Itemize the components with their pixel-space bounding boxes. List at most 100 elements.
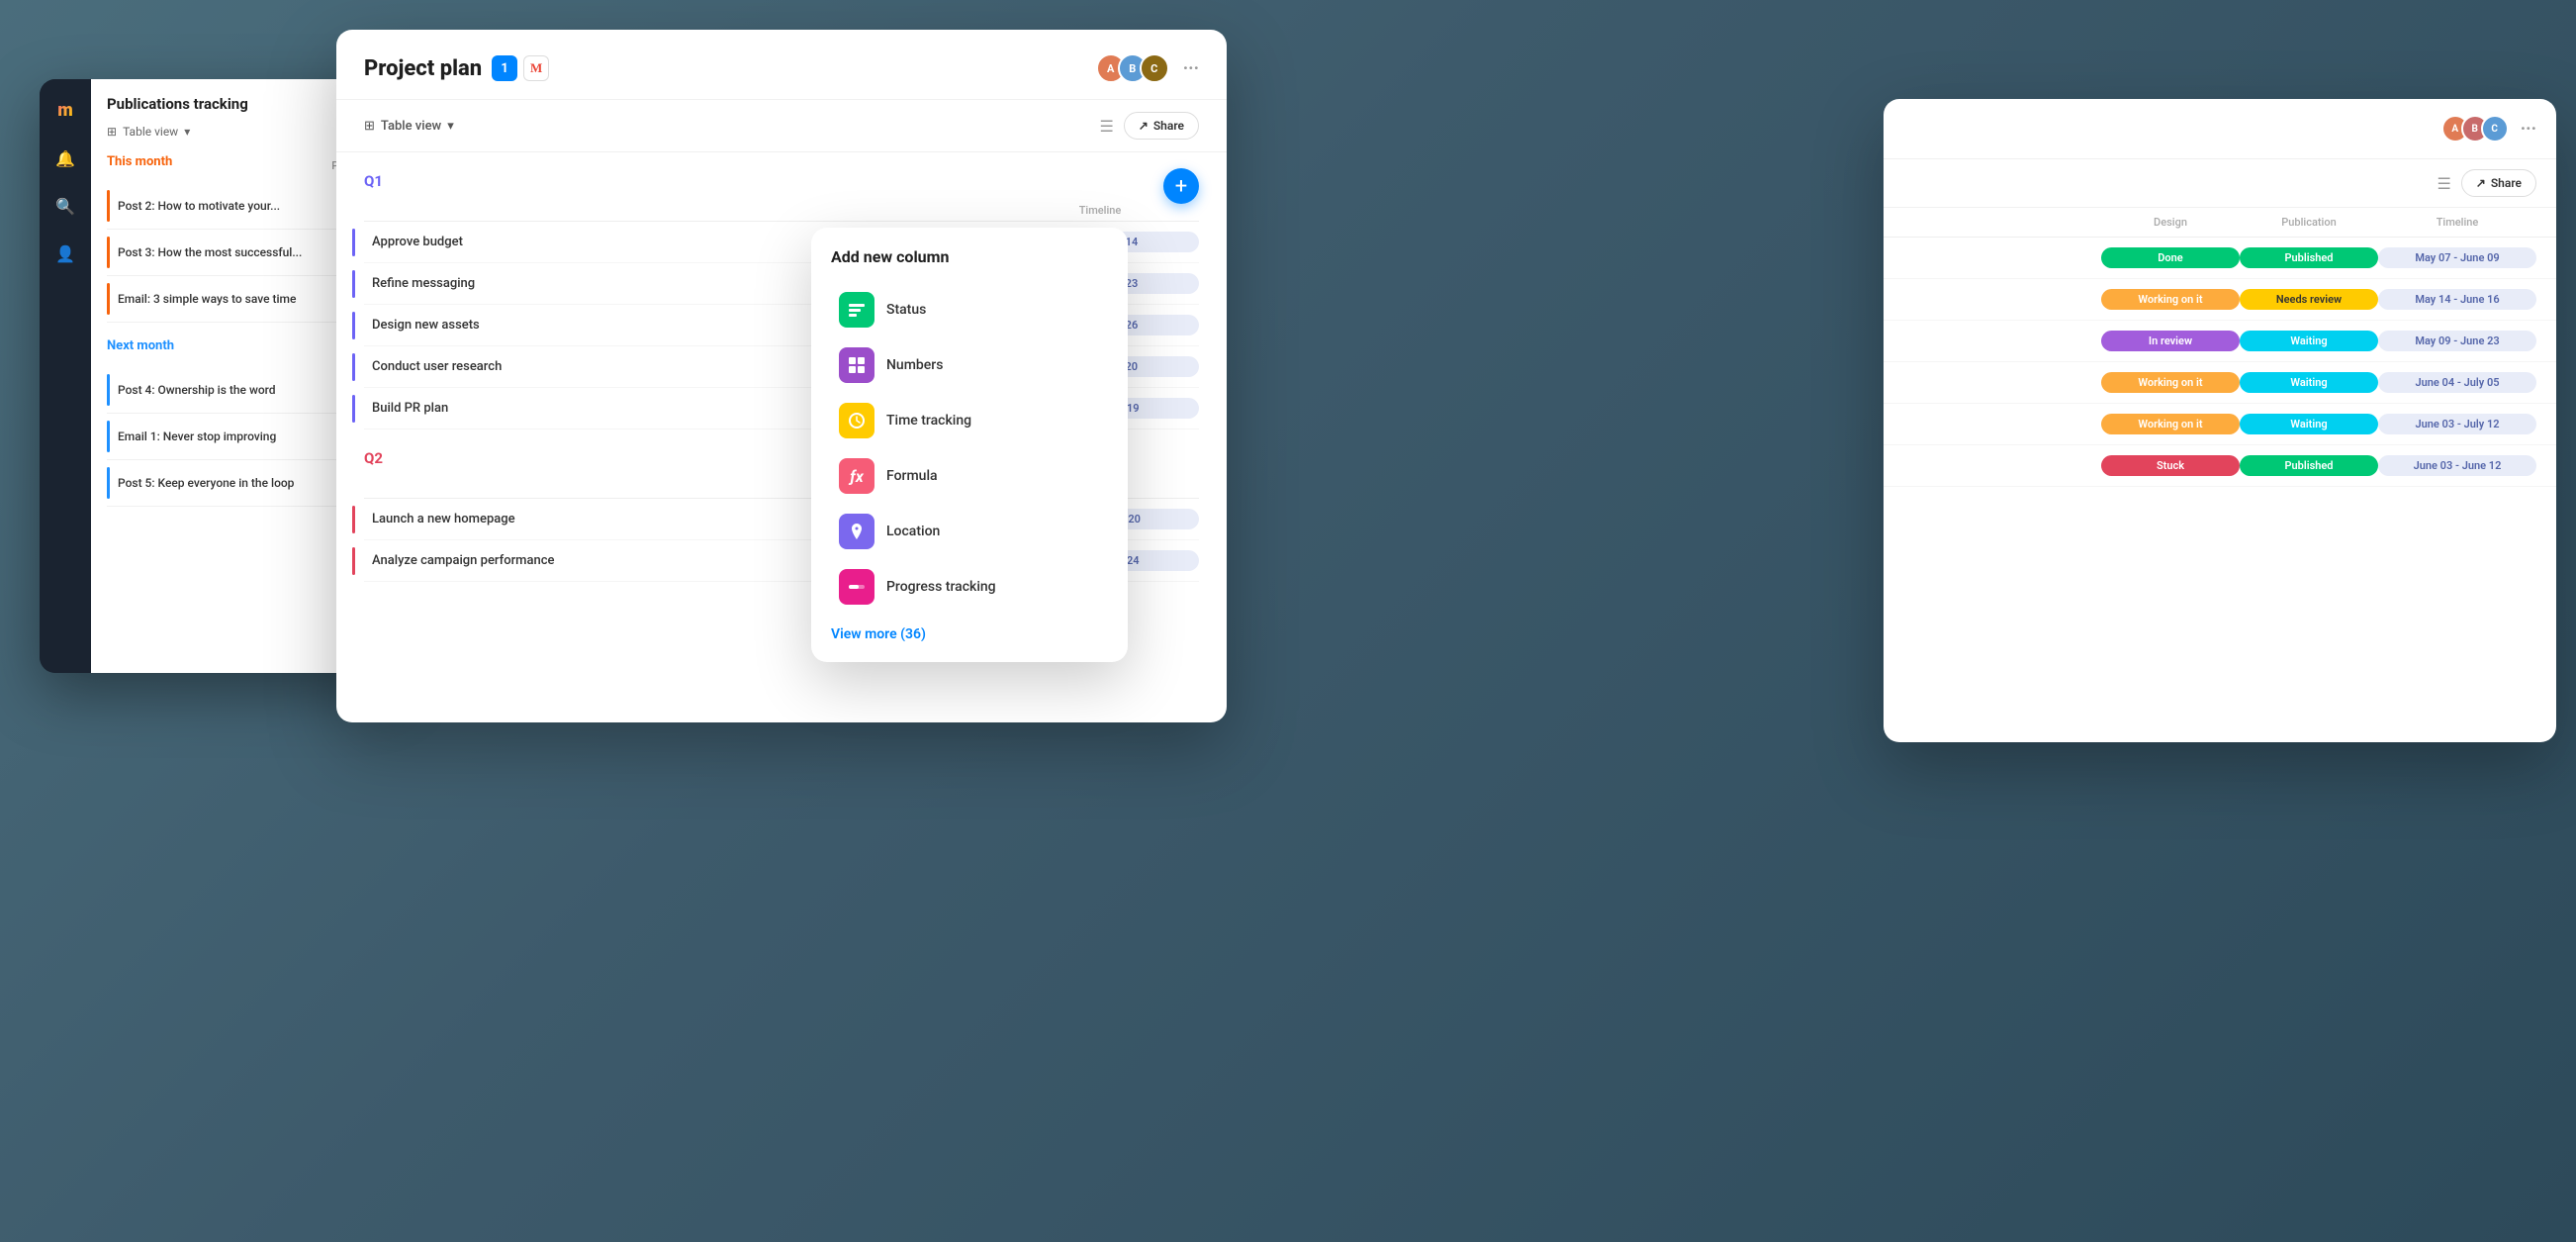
chevron-down-icon: ▾	[184, 125, 190, 139]
time-tracking-label: Time tracking	[886, 413, 971, 429]
item-text: Post 2: How to motivate your...	[118, 199, 329, 213]
progress-tracking-icon	[839, 569, 874, 605]
design-chip: Done	[2101, 247, 2240, 268]
design-chip: Working on it	[2101, 414, 2240, 434]
design-chip: Working on it	[2101, 289, 2240, 310]
task-bar	[352, 506, 355, 533]
avatar: C	[2481, 115, 2509, 143]
col-header-design: Design	[2101, 216, 2240, 229]
add-column-button[interactable]: +	[1163, 168, 1199, 204]
avatar-group: A B C	[1096, 53, 1169, 83]
column-option-status[interactable]: Status	[831, 282, 1108, 337]
project-title-row: Project plan 1 M	[364, 55, 549, 81]
q1-col-headers: Timeline	[364, 200, 1199, 222]
item-bar	[107, 421, 110, 452]
column-option-numbers[interactable]: Numbers	[831, 337, 1108, 393]
timeline-chip: May 07 - June 09	[2378, 247, 2536, 268]
column-option-formula[interactable]: ƒx Formula	[831, 448, 1108, 504]
table-icon: ⊞	[107, 125, 117, 139]
task-bar	[352, 312, 355, 339]
col-header-name	[364, 204, 952, 217]
column-option-time-tracking[interactable]: Time tracking	[831, 393, 1108, 448]
project-integrations: 1 M	[492, 55, 549, 81]
share-label: Share	[1153, 119, 1184, 133]
chevron-down-icon: ▾	[447, 119, 454, 134]
right-header: A B C ···	[1884, 99, 2556, 159]
item-bar	[107, 237, 110, 268]
numbers-label: Numbers	[886, 357, 943, 373]
pub-title: Publications tracking	[107, 95, 248, 113]
share-icon: ↗	[2476, 176, 2486, 190]
filter-icon[interactable]: ☰	[1099, 117, 1113, 136]
task-bar	[352, 547, 355, 575]
timeline-chip: May 14 - June 16	[2378, 289, 2536, 310]
timeline-chip: June 04 - July 05	[2378, 372, 2536, 393]
monday-logo: m	[50, 95, 80, 125]
share-icon: ↗	[1139, 119, 1149, 133]
share-label: Share	[2491, 176, 2522, 190]
table-view-label: Table view	[381, 119, 441, 134]
progress-tracking-label: Progress tracking	[886, 579, 996, 595]
item-text: Email: 3 simple ways to save time	[118, 292, 329, 306]
q1-label: Q1	[364, 172, 1199, 190]
col-header-timeline: Timeline	[1001, 204, 1199, 217]
status-chip: Published	[2240, 455, 2378, 476]
filter-icon[interactable]: ☰	[2437, 174, 2450, 193]
table-icon: ⊞	[364, 119, 375, 134]
table-view-button[interactable]: ⊞ Table view ▾	[364, 119, 454, 134]
user-icon[interactable]: 👤	[51, 239, 79, 267]
design-chip: In review	[2101, 331, 2240, 351]
this-month-label: This month	[107, 154, 172, 169]
task-bar	[352, 270, 355, 298]
col-header-publication: Publication	[2240, 216, 2378, 229]
column-option-progress-tracking[interactable]: Progress tracking	[831, 559, 1108, 615]
gmail-integration-badge: M	[523, 55, 549, 81]
status-chip: Needs review	[2240, 289, 2378, 310]
column-option-location[interactable]: Location	[831, 504, 1108, 559]
item-text: Post 3: How the most successful...	[118, 245, 329, 259]
item-text: Post 5: Keep everyone in the loop	[118, 476, 329, 490]
timeline-chip: June 03 - July 12	[2378, 414, 2536, 434]
formula-label: Formula	[886, 468, 938, 484]
status-icon	[839, 292, 874, 328]
status-chip: Waiting	[2240, 414, 2378, 434]
avatar: C	[1140, 53, 1169, 83]
right-toolbar: ☰ ↗ Share	[1884, 159, 2556, 208]
col-header-timeline: Timeline	[2378, 216, 2536, 229]
more-options-button[interactable]: ···	[1183, 58, 1199, 79]
numbers-icon	[839, 347, 874, 383]
status-label: Status	[886, 302, 926, 318]
table-row: In review Waiting May 09 - June 23	[1884, 321, 2556, 362]
right-panel: A B C ··· ☰ ↗ Share Design Publication T…	[1884, 99, 2556, 742]
timeline-chip: May 09 - June 23	[2378, 331, 2536, 351]
task-bar	[352, 229, 355, 256]
dropdown-title: Add new column	[831, 247, 1108, 266]
view-more-link[interactable]: View more (36)	[831, 626, 1108, 642]
right-more-options-button[interactable]: ···	[2521, 119, 2536, 140]
right-body: Design Publication Timeline Done Publish…	[1884, 208, 2556, 742]
task-bar	[352, 353, 355, 381]
status-chip: Waiting	[2240, 331, 2378, 351]
table-row: Working on it Needs review May 14 - June…	[1884, 279, 2556, 321]
col-header-name	[1903, 216, 2101, 229]
right-share-button[interactable]: ↗ Share	[2461, 169, 2536, 197]
bell-icon[interactable]: 🔔	[51, 144, 79, 172]
table-row: Working on it Waiting June 04 - July 05	[1884, 362, 2556, 404]
project-title: Project plan	[364, 56, 482, 81]
item-text: Post 4: Ownership is the word	[118, 383, 329, 397]
task-bar	[352, 395, 355, 423]
item-text: Email 1: Never stop improving	[118, 430, 329, 443]
formula-icon: ƒx	[839, 458, 874, 494]
item-bar	[107, 190, 110, 222]
toolbar-right: ☰ ↗ Share	[1099, 112, 1199, 140]
time-tracking-icon	[839, 403, 874, 438]
search-icon[interactable]: 🔍	[51, 192, 79, 220]
design-chip: Working on it	[2101, 372, 2240, 393]
status-chip: Published	[2240, 247, 2378, 268]
item-bar	[107, 467, 110, 499]
toolbar-row: ⊞ Table view ▾ ☰ ↗ Share	[336, 100, 1227, 152]
view-label: Table view	[123, 125, 178, 139]
location-label: Location	[886, 524, 940, 539]
share-button[interactable]: ↗ Share	[1124, 112, 1199, 140]
table-row: Done Published May 07 - June 09	[1884, 238, 2556, 279]
